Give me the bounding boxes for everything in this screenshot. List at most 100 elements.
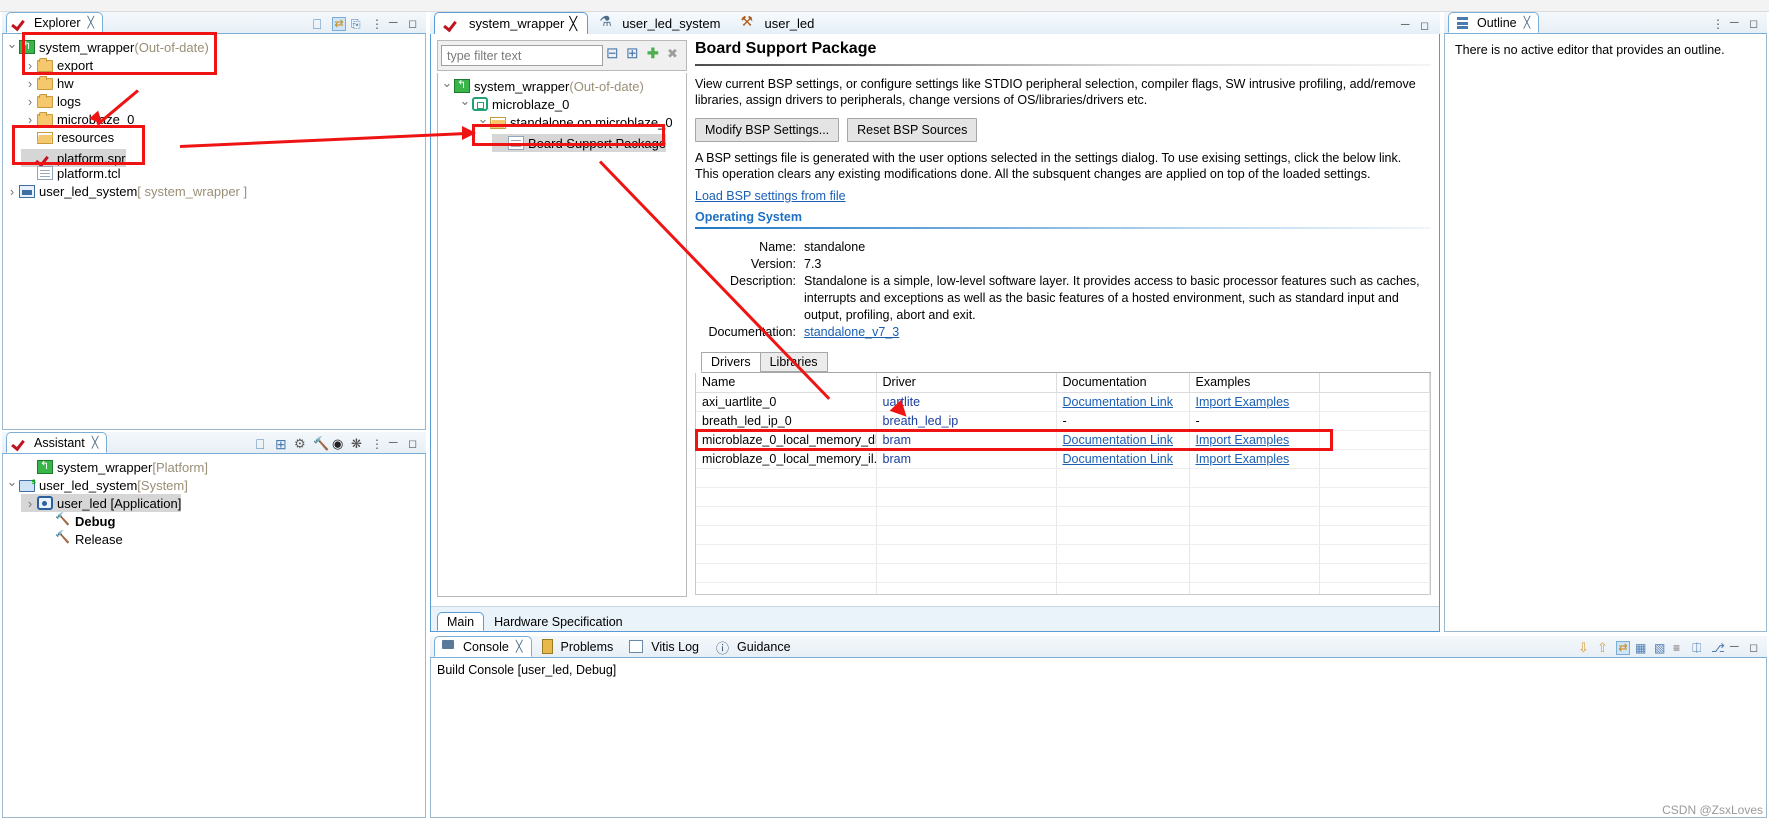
close-icon[interactable]: ╳ [569,16,577,32]
chevron-down-icon[interactable] [5,477,19,493]
editor-tab-user-led[interactable]: user_led [730,12,824,35]
view-menu-icon[interactable]: ⋮ [370,437,384,451]
clear-console-icon[interactable]: ▦ [1635,641,1649,655]
expand-all-icon[interactable] [626,44,643,64]
minimize-icon[interactable]: ─ [1401,18,1415,33]
load-bsp-settings-link[interactable]: Load BSP settings from file [695,189,846,203]
maximize-icon[interactable]: ◻ [1420,19,1434,33]
column-header-name[interactable]: Name [696,373,877,393]
debug-icon[interactable]: ❋ [351,437,365,451]
console-tab-vitis-log[interactable]: Vitis Log [622,636,708,657]
cell-documentation[interactable]: Documentation Link [1056,430,1190,450]
tree-item-hw[interactable]: hw [21,74,425,92]
add-icon[interactable] [646,45,663,64]
console-tab-problems[interactable]: Problems [532,636,623,657]
minimize-icon[interactable]: ─ [389,436,403,451]
column-header-documentation[interactable]: Documentation [1056,373,1190,393]
tree-item-system-wrapper[interactable]: system_wrapper (Out-of-date) [3,38,425,56]
assistant-body[interactable]: system_wrapper [Platform]user_led_system… [2,454,426,818]
modify-bsp-settings-button[interactable]: Modify BSP Settings... [695,118,840,142]
tree-item-resources[interactable]: resources [21,128,425,146]
table-tab-libraries[interactable]: Libraries [759,352,828,372]
tree-item-export[interactable]: export [21,56,425,74]
chevron-right-icon[interactable] [23,94,37,109]
scroll-down-icon[interactable]: ⇩ [1578,641,1592,655]
cell-examples[interactable]: Import Examples [1189,449,1320,469]
column-header-examples[interactable]: Examples [1189,373,1320,393]
table-row[interactable]: microblaze_0_local_memory_il... bram Docum… [696,449,1430,469]
maximize-icon[interactable]: ◻ [408,17,422,31]
cell-examples[interactable]: Import Examples [1189,430,1320,450]
maximize-icon[interactable]: ◻ [1749,17,1763,31]
collapse-all-icon[interactable] [606,44,623,64]
search-input[interactable]: type filter text [441,45,603,66]
tree-item-microblaze-0[interactable]: microblaze_0 [456,95,686,113]
expand-all-icon[interactable]: ⊞ [275,437,289,451]
scroll-up-icon[interactable]: ⇧ [1597,641,1611,655]
tree-item-user-led-application[interactable]: user_led [Application] [21,494,182,512]
tree-item-platform-spr[interactable]: platform.spr [21,149,126,167]
minimize-icon[interactable]: ─ [389,16,403,31]
table-row[interactable]: microblaze_0_local_memory_dl... bram Docum… [696,430,1430,450]
chevron-right-icon[interactable] [23,112,37,127]
tree-item-system-wrapper[interactable]: system_wrapper [Platform] [21,458,425,476]
minimize-icon[interactable]: ─ [1730,640,1744,655]
chevron-down-icon[interactable] [440,78,454,94]
tab-explorer[interactable]: Explorer ╳ [6,12,104,33]
scroll-lock-icon[interactable]: ⇄ [1616,641,1630,655]
tree-item-user-led-system[interactable]: user_led_system [System] [3,476,425,494]
editor-tab-system-wrapper[interactable]: system_wrapper ╳ [434,12,589,35]
tree-item-release[interactable]: Release [39,530,425,548]
import-icon[interactable]: ⎘ [351,17,365,31]
explorer-tree[interactable]: system_wrapper (Out-of-date)exporthwlogs… [3,34,425,200]
chevron-right-icon[interactable] [23,496,37,511]
tree-item-debug[interactable]: Debug [39,512,425,530]
editor-bottom-tab-main[interactable]: Main [437,612,485,631]
collapse-all-icon[interactable]: ⎕ [313,17,327,31]
cell-examples[interactable]: Import Examples [1189,392,1320,412]
close-icon[interactable]: ╳ [88,16,95,29]
chevron-right-icon[interactable] [23,58,37,73]
console-tab-console[interactable]: Console ╳ [434,636,532,657]
link-with-editor-icon[interactable]: ⇄ [332,17,346,31]
close-icon[interactable]: ╳ [1524,16,1531,29]
lock-console-icon[interactable]: ▧ [1654,641,1668,655]
platform-tree[interactable]: system_wrapper (Out-of-date)microblaze_0… [438,73,686,152]
reset-bsp-sources-button[interactable]: Reset BSP Sources [847,118,978,142]
chevron-down-icon[interactable] [458,96,472,112]
tree-item-microblaze-0[interactable]: microblaze_0 [21,110,425,128]
drivers-table[interactable]: Name Driver Documentation Examples axi_uart… [696,373,1430,594]
pin-icon[interactable]: ≡ [1673,641,1687,655]
chevron-down-icon[interactable] [476,114,490,130]
chevron-right-icon[interactable] [5,184,19,199]
tab-outline[interactable]: Outline ╳ [1448,12,1540,33]
chevron-right-icon[interactable] [23,76,37,91]
tree-item-platform-tcl[interactable]: platform.tcl [21,164,425,182]
tree-item-user-led-system[interactable]: user_led_system [ system_wrapper ] [3,182,425,200]
tree-item-standalone-on-microblaze-0[interactable]: standalone on microblaze_0 [474,113,686,131]
console-tab-guidance[interactable]: Guidance [708,636,800,657]
maximize-icon[interactable]: ◻ [1749,641,1763,655]
chevron-down-icon[interactable] [5,39,19,55]
view-menu-icon[interactable]: ⋮ [1711,17,1725,31]
cell-documentation[interactable]: Documentation Link [1056,392,1190,412]
tree-item-logs[interactable]: logs [21,92,425,110]
tab-assistant[interactable]: Assistant ╳ [6,432,108,453]
editor-tab-user-led-system[interactable]: user_led_system [588,12,730,35]
os-field-value[interactable]: standalone_v7_3 [804,324,899,341]
close-icon[interactable]: ╳ [516,640,523,653]
table-tab-drivers[interactable]: Drivers [701,352,761,372]
minimize-icon[interactable]: ─ [1730,16,1744,31]
table-body[interactable]: axi_uartlite_0 uartlite Documentation Link… [696,392,1430,594]
console-body[interactable]: Build Console [user_led, Debug] [430,658,1767,818]
drivers-table-wrap[interactable]: Name Driver Documentation Examples axi_uart… [695,373,1431,595]
remove-icon[interactable] [666,46,683,64]
table-row[interactable]: axi_uartlite_0 uartlite Documentation Link… [696,392,1430,412]
explorer-body[interactable]: system_wrapper (Out-of-date)exporthwlogs… [2,34,426,430]
open-console-icon[interactable]: ⎇ [1711,641,1725,655]
run-icon[interactable]: ◉ [332,437,346,451]
build-icon[interactable]: 🔨 [313,437,329,451]
cell-documentation[interactable]: Documentation Link [1056,449,1190,469]
close-icon[interactable]: ╳ [92,436,99,449]
tree-item-system-wrapper[interactable]: system_wrapper (Out-of-date) [438,77,686,95]
